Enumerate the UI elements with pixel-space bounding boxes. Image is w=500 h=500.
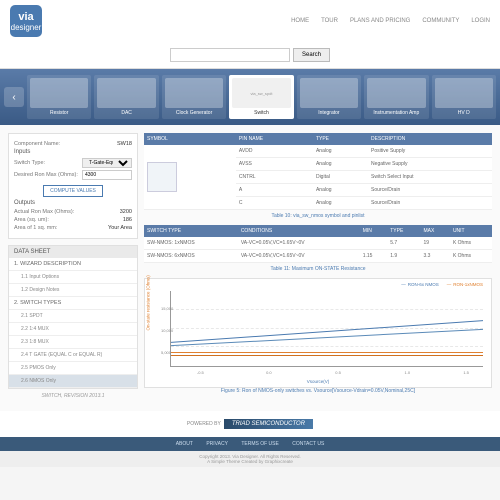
area-sq-label: Area (sq. um):	[14, 217, 49, 223]
symbol-icon	[147, 162, 177, 192]
ron-chart: RON-6x NMOS RON-1xNMOS On-state resistanc…	[144, 278, 492, 388]
desired-ron-input[interactable]	[82, 170, 132, 180]
area-t-value: Your Area	[108, 225, 132, 231]
name-label: Component Name:	[14, 141, 60, 147]
table10-caption: Table 10: via_sw_nmos symbol and pinlist	[144, 213, 492, 219]
footer-about[interactable]: ABOUT	[176, 441, 193, 447]
x-axis-label: Vsource(V)	[307, 379, 330, 384]
copyright: Copyright 2013. Via Designer. All Rights…	[0, 451, 500, 467]
compute-button[interactable]: COMPUTE VALUES	[43, 185, 103, 197]
ds-nmos[interactable]: 2.6 NMOS Only	[9, 375, 137, 388]
ds-design-notes[interactable]: 1.2 Design Notes	[9, 284, 137, 297]
actual-ron-value: 3200	[120, 209, 132, 215]
pin-table: SYMBOLPIN NAMETYPEDESCRIPTION AVDDAnalog…	[144, 133, 492, 210]
outputs-header: Outputs	[14, 200, 132, 206]
card-hvd[interactable]: HV D	[432, 75, 496, 119]
carousel-prev-icon[interactable]: ‹	[4, 87, 24, 107]
footer: ABOUT PRIVACY TERMS OF USE CONTACT US	[0, 437, 500, 451]
component-form: Component Name: SW18 Inputs Switch Type: T…	[8, 133, 138, 239]
card-dac[interactable]: DAC	[94, 75, 158, 119]
resistance-table: SWITCH TYPECONDITIONSMINTYPEMAXUNIT SW-N…	[144, 225, 492, 263]
footer-terms[interactable]: TERMS OF USE	[241, 441, 279, 447]
card-resistor[interactable]: Resistor	[27, 75, 91, 119]
footer-contact[interactable]: CONTACT US	[292, 441, 324, 447]
ds-tgate[interactable]: 2.4 T GATE (EQUAL C or EQUAL R)	[9, 349, 137, 362]
switch-type-label: Switch Type:	[14, 160, 45, 166]
nav-plans[interactable]: PLANS AND PRICING	[350, 18, 410, 24]
component-carousel: ‹ Resistor DAC Clock Generator via_sw_sp…	[0, 69, 500, 125]
nav-home[interactable]: HOME	[291, 18, 309, 24]
inputs-header: Inputs	[14, 149, 132, 155]
switch-type-select[interactable]: T-Gate-Equal R	[82, 158, 132, 168]
card-switch[interactable]: via_sw_spdtSwitch	[229, 75, 293, 119]
nav-login[interactable]: LOGIN	[471, 18, 490, 24]
ds-pmos[interactable]: 2.5 PMOS Only	[9, 362, 137, 375]
main-nav: HOME TOUR PLANS AND PRICING COMMUNITY LO…	[291, 18, 490, 24]
area-t-label: Area of 1 sq. mm:	[14, 225, 57, 231]
area-sq-value: 186	[123, 217, 132, 223]
logo[interactable]: viadesigner	[10, 5, 42, 37]
nav-community[interactable]: COMMUNITY	[422, 18, 459, 24]
table11-caption: Table 11: Maximum ON-STATE Resistance	[144, 266, 492, 272]
actual-ron-label: Actual Ron Max (Ohms):	[14, 209, 74, 215]
ds-spdt[interactable]: 2.1 SPDT	[9, 310, 137, 323]
ds-mux4[interactable]: 2.2 1:4 MUX	[9, 323, 137, 336]
ds-wizard[interactable]: 1. WIZARD DESCRIPTION	[9, 258, 137, 271]
legend-1x: RON-1xNMOS	[447, 282, 483, 287]
ds-switch-types[interactable]: 2. SWITCH TYPES	[9, 297, 137, 310]
footer-privacy[interactable]: PRIVACY	[206, 441, 228, 447]
figure5-caption: Figure 5: Ron of NMOS-only switches vs. …	[144, 388, 492, 394]
triad-logo[interactable]: TRIAD SEMICONDUCTOR	[224, 419, 313, 429]
ds-input-options[interactable]: 1.1 Input Options	[9, 271, 137, 284]
datasheet-nav: DATA SHEET 1. WIZARD DESCRIPTION 1.1 Inp…	[8, 245, 138, 389]
ds-mux8[interactable]: 2.3 1:8 MUX	[9, 336, 137, 349]
search-input[interactable]	[170, 48, 290, 62]
legend-6x: RON-6x NMOS	[401, 282, 439, 287]
y-axis-label: On-state resistance (Ohms)	[146, 275, 151, 330]
card-clock[interactable]: Clock Generator	[162, 75, 226, 119]
revision-text: SWITCH, REVISION 2013.1	[8, 389, 138, 403]
ds-header: DATA SHEET	[9, 246, 137, 258]
nav-tour[interactable]: TOUR	[321, 18, 338, 24]
card-integrator[interactable]: Integrator	[297, 75, 361, 119]
name-value: SW18	[117, 141, 132, 147]
desired-ron-label: Desired Ron Max (Ohms):	[14, 172, 78, 178]
powered-by: POWERED BYTRIAD SEMICONDUCTOR	[0, 411, 500, 437]
card-instamp[interactable]: Instrumentation Amp	[364, 75, 428, 119]
search-button[interactable]: Search	[293, 48, 330, 62]
